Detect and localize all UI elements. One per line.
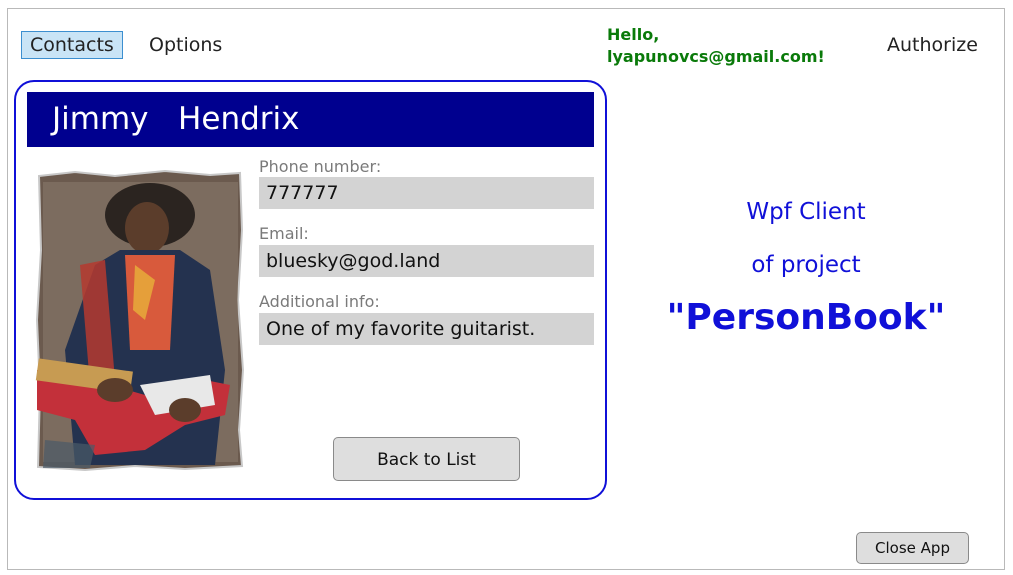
email-field[interactable]: bluesky@god.land <box>259 245 594 277</box>
menu-options[interactable]: Options <box>141 32 230 60</box>
user-greeting: Hello, lyapunovcs@gmail.com! <box>607 24 825 68</box>
about-project-name: "PersonBook" <box>666 297 946 338</box>
additional-info-label: Additional info: <box>259 292 380 311</box>
contact-photo <box>35 170 244 471</box>
email-label: Email: <box>259 224 309 243</box>
about-line-project: of project <box>751 252 861 278</box>
back-to-list-button[interactable]: Back to List <box>333 437 520 481</box>
menu-authorize[interactable]: Authorize <box>879 32 986 60</box>
greeting-email: lyapunovcs@gmail.com! <box>607 47 825 66</box>
menu-contacts[interactable]: Contacts <box>21 31 123 59</box>
contact-name: Jimmy Hendrix <box>27 92 594 147</box>
phone-label: Phone number: <box>259 157 382 176</box>
close-app-button[interactable]: Close App <box>856 532 969 564</box>
phone-field[interactable]: 777777 <box>259 177 594 209</box>
additional-info-field[interactable]: One of my favorite guitarist. <box>259 313 594 345</box>
greeting-hello: Hello, <box>607 25 660 44</box>
about-line-client: Wpf Client <box>746 199 866 225</box>
